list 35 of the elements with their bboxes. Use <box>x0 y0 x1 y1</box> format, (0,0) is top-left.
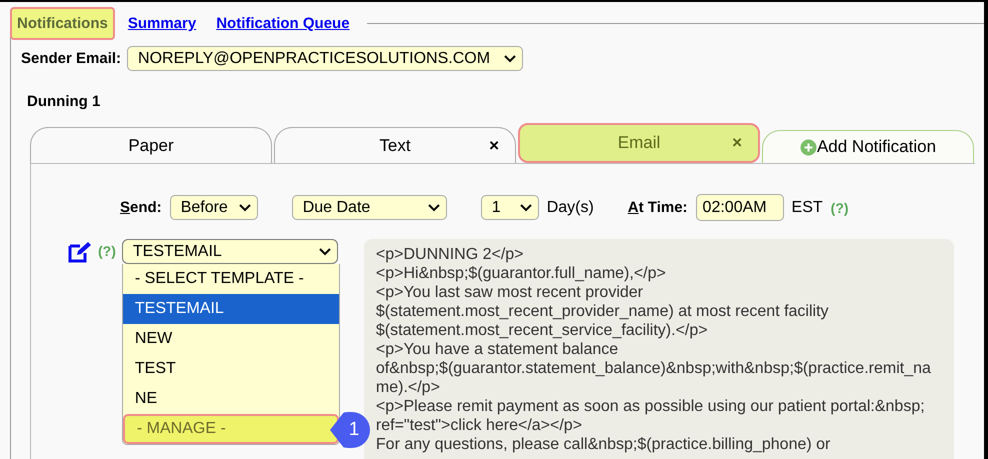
add-notification-tab[interactable]: Add Notification <box>762 130 974 163</box>
sender-email-label: Sender Email: <box>21 50 122 67</box>
dropdown-option[interactable]: TESTEMAIL <box>122 294 339 324</box>
count-select[interactable]: 1 <box>480 195 539 220</box>
sender-email-select[interactable]: NOREPLY@OPENPRACTICESOLUTIONS.COM <box>127 46 524 71</box>
notification-tab[interactable]: Paper <box>30 127 272 163</box>
chevron-down-icon <box>318 248 331 256</box>
section-title: Dunning 1 <box>27 93 102 110</box>
notification-tab[interactable]: Text × <box>274 127 516 163</box>
unit-label: Day(s) <box>546 198 594 216</box>
dropdown-option[interactable]: NE <box>122 384 339 414</box>
nav-tab[interactable]: Notifications <box>10 7 115 40</box>
nav-tab[interactable]: Summary <box>120 7 204 40</box>
dropdown-option[interactable]: NEW <box>122 324 339 354</box>
edit-icon[interactable] <box>68 241 92 263</box>
chevron-down-icon <box>504 54 516 62</box>
message-body-field[interactable]: <p>DUNNING 2</p> <p>Hi&nbsp;$(guarantor.full_name),</p> <p>You last saw most recent provider $(statement.most_recent_provider_name) at most recent facility $(statement.most_recent_service_facility).</p> <p>You have a statement balance of&nbsp;$(guarantor.statement_balance)&nbsp;with&nbsp;$(practice.remit_na me).</p> <p>Please remit payment as soon as possible using our patient portal:&nbsp; ref="test">click here</a></p> For any questions, please call&nbsp;$(practice.billing_phone) or <box>364 239 954 459</box>
dropdown-option[interactable]: - SELECT TEMPLATE - <box>122 264 339 294</box>
chevron-down-icon <box>238 204 251 212</box>
notification-tab[interactable]: Email × <box>518 123 760 163</box>
template-select[interactable]: TESTEMAIL <box>122 239 338 264</box>
close-icon[interactable]: × <box>489 136 499 156</box>
dropdown-option[interactable]: - MANAGE - <box>122 414 339 444</box>
event-select[interactable]: Due Date <box>292 195 447 220</box>
timing-select[interactable]: Before <box>170 195 258 220</box>
dropdown-option[interactable]: TEST <box>122 354 339 384</box>
plus-circle-icon <box>800 138 817 156</box>
timezone-label: EST <box>792 198 823 216</box>
send-label: Send: <box>120 199 162 216</box>
time-input[interactable]: 02:00AM <box>696 194 784 221</box>
at-time-label: At Time: <box>628 199 688 216</box>
close-icon[interactable]: × <box>732 133 742 153</box>
chevron-down-icon <box>520 204 532 212</box>
nav-tab[interactable]: Notification Queue <box>209 7 357 40</box>
chevron-down-icon <box>428 204 440 212</box>
